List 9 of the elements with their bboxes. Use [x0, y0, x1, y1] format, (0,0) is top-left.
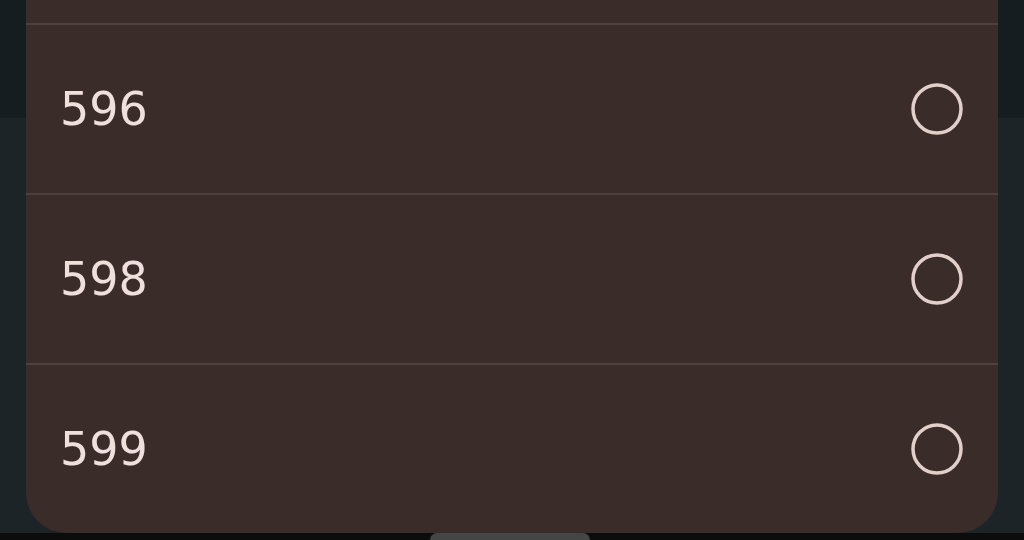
option-label: 599: [60, 422, 148, 476]
radio-button[interactable]: [910, 252, 964, 306]
option-row[interactable]: 598: [26, 195, 998, 365]
option-row[interactable]: 596: [26, 25, 998, 195]
option-label: 598: [60, 252, 148, 306]
option-row[interactable]: 599: [26, 365, 998, 533]
option-label: 596: [60, 82, 148, 136]
radio-button[interactable]: [910, 82, 964, 136]
radio-button[interactable]: [910, 422, 964, 476]
